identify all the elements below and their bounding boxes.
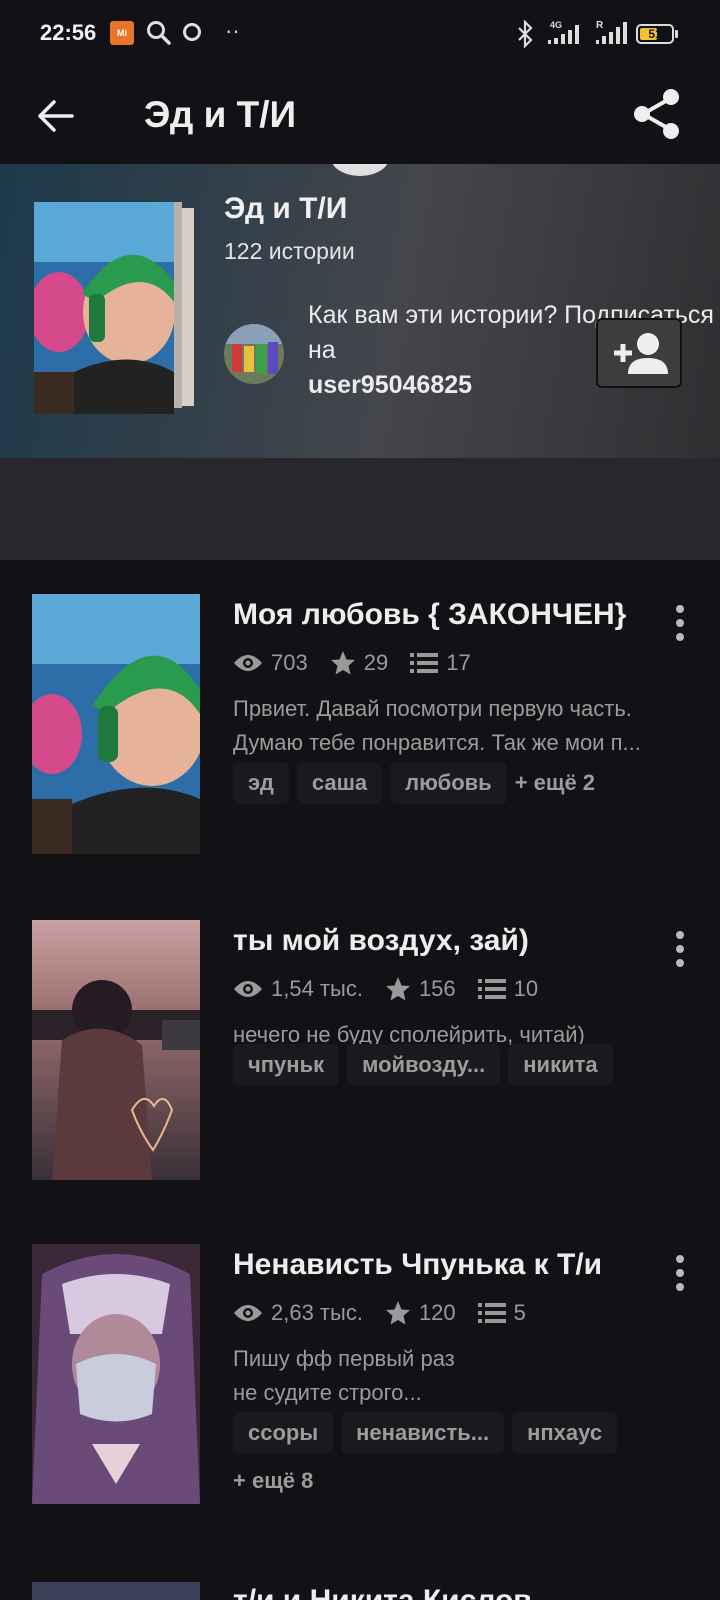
story-tags: чпуньк мойвозду... никита	[233, 1044, 621, 1086]
views-eye-icon	[234, 655, 262, 671]
views-eye-icon	[234, 1305, 262, 1321]
story-card[interactable]: т/и и Никита Кислов	[0, 1582, 720, 1600]
tag-chip[interactable]: любовь	[390, 762, 507, 804]
story-cover[interactable]	[32, 920, 200, 1180]
parts-list-icon	[477, 1303, 506, 1323]
votes-star-icon	[385, 1301, 410, 1325]
parts-count: 10	[513, 976, 539, 1001]
network-label: 4G	[550, 20, 562, 30]
views-eye-icon	[234, 981, 262, 997]
header-spacer	[0, 458, 720, 560]
story-description: Првиет. Давай посмотри первую часть. Дум…	[233, 696, 641, 755]
list-cover-image[interactable]	[34, 202, 174, 414]
parts-list-icon	[477, 979, 506, 999]
parts-list-icon	[410, 653, 439, 673]
follow-button[interactable]	[596, 318, 682, 388]
overflow-menu-icon[interactable]	[670, 604, 690, 644]
more-tags-link[interactable]: + ещё 2	[515, 762, 595, 804]
reading-list-header: Эд и Т/И 122 истории Как вам эти истории…	[0, 164, 720, 458]
views-count: 1,54 тыс.	[271, 976, 363, 1001]
page-title: Эд и Т/И	[144, 94, 297, 135]
app-bar: Эд и Т/И	[0, 70, 720, 164]
bluetooth-icon	[518, 20, 533, 48]
story-card[interactable]: Ненависть Чпунька к Т/и 2,63 тыс. 120 5 …	[0, 1244, 720, 1514]
story-stats: 703 29 17	[233, 648, 493, 678]
story-description: Пишу фф первый раз не судите строго...	[233, 1346, 455, 1405]
author-avatar[interactable]	[224, 324, 284, 384]
more-tags-link[interactable]: + ещё 8	[233, 1468, 313, 1494]
story-cover[interactable]	[32, 594, 200, 854]
signal-r-icon: R	[596, 20, 627, 44]
overflow-menu-icon[interactable]	[670, 1254, 690, 1294]
chrome-icon	[183, 23, 201, 41]
tag-chip[interactable]: чпуньк	[233, 1044, 340, 1086]
add-person-icon	[614, 333, 668, 374]
tag-chip[interactable]: саша	[296, 762, 383, 804]
views-count: 703	[271, 650, 308, 675]
story-stats: 2,63 тыс. 120 5	[233, 1298, 548, 1328]
status-bar: 22:56 Mi ·· 4G R 51	[0, 0, 720, 70]
votes-count: 29	[363, 650, 389, 675]
back-button[interactable]	[30, 90, 82, 142]
battery-icon: 51	[636, 24, 674, 44]
story-card[interactable]: ты мой воздух, зай) 1,54 тыс. 156 10 неч…	[0, 920, 720, 1190]
story-cover[interactable]	[32, 1582, 200, 1600]
tag-chip[interactable]: ненависть...	[341, 1412, 505, 1454]
share-button[interactable]	[628, 84, 688, 144]
story-title[interactable]: Ненависть Чпунька к Т/и	[233, 1248, 602, 1282]
list-title: Эд и Т/И	[224, 192, 348, 225]
overflow-menu-icon[interactable]	[670, 930, 690, 970]
signal-4g-icon: 4G	[548, 20, 579, 44]
more-dots-icon: ··	[225, 18, 240, 43]
tag-chip[interactable]: нпхаус	[512, 1412, 618, 1454]
story-card[interactable]: Моя любовь { ЗАКОНЧЕН} 703 29 17 Првиет.…	[0, 594, 720, 864]
tag-chip[interactable]: мойвозду...	[347, 1044, 501, 1086]
story-cover[interactable]	[32, 1244, 200, 1504]
tag-chip[interactable]: никита	[508, 1044, 613, 1086]
story-title[interactable]: Моя любовь { ЗАКОНЧЕН}	[233, 598, 626, 632]
story-title[interactable]: ты мой воздух, зай)	[233, 924, 529, 958]
story-count: 122 истории	[224, 238, 355, 264]
story-title[interactable]: т/и и Никита Кислов	[233, 1584, 532, 1600]
tag-chip[interactable]: эд	[233, 762, 289, 804]
battery-level: 51	[648, 27, 662, 41]
story-stats: 1,54 тыс. 156 10	[233, 974, 560, 1004]
votes-star-icon	[330, 651, 355, 675]
parts-count: 5	[513, 1300, 526, 1325]
mi-app-icon: Mi	[110, 21, 134, 45]
tag-chip[interactable]: ссоры	[233, 1412, 334, 1454]
parts-count: 17	[446, 650, 471, 675]
story-tags: ссоры ненависть... нпхаус	[233, 1412, 625, 1454]
votes-star-icon	[385, 977, 410, 1001]
story-tags: эд саша любовь + ещё 2	[233, 762, 595, 804]
roaming-label: R	[596, 20, 604, 31]
votes-count: 156	[418, 976, 456, 1001]
status-time: 22:56	[40, 20, 97, 45]
search-icon	[147, 21, 171, 45]
views-count: 2,63 тыс.	[271, 1300, 363, 1325]
votes-count: 120	[418, 1300, 456, 1325]
